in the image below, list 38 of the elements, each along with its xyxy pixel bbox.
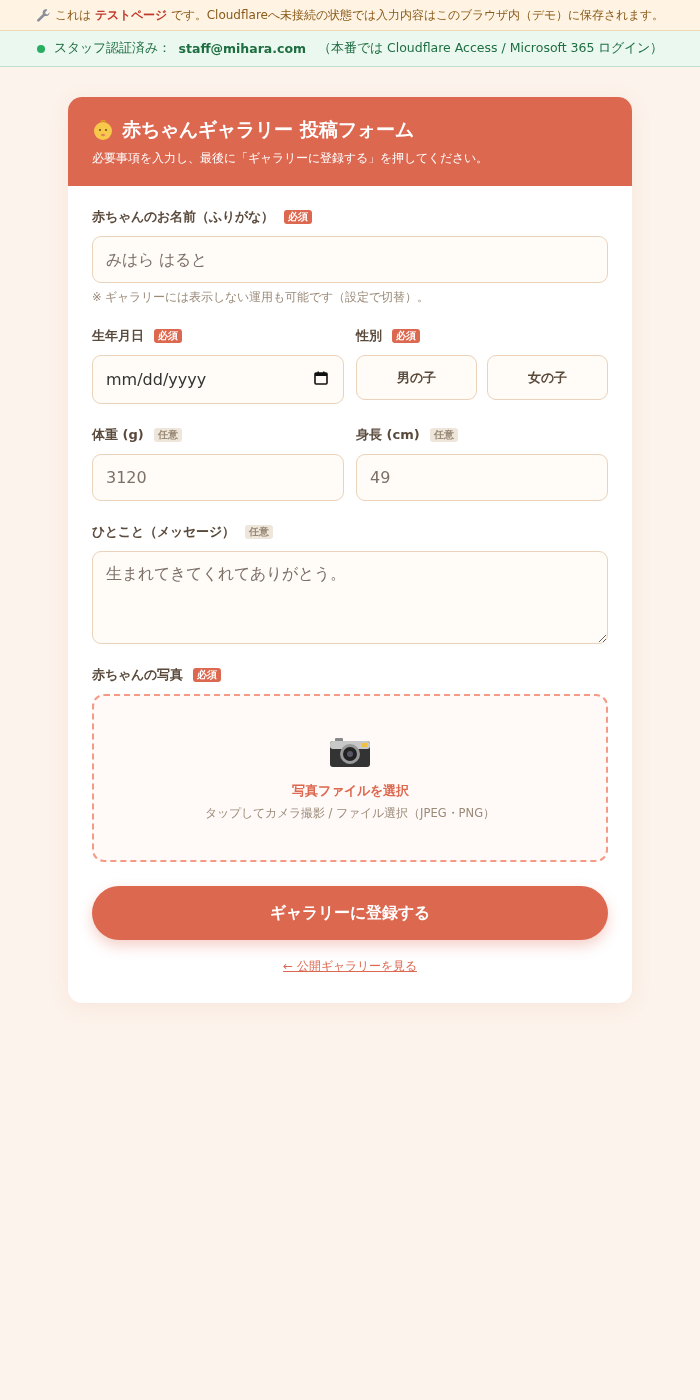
field-label: 身長 (cm) xyxy=(356,426,420,444)
input-field[interactable]: 3120 xyxy=(92,454,344,501)
test-notice: これは テストページ です。Cloudflareへ未接続の状態では入力内容はこのブラウザ内（デモ）に保存されます。 xyxy=(55,6,664,24)
field-label: 赤ちゃんの写真 xyxy=(92,666,183,684)
optional-badge: 任意 xyxy=(245,525,273,539)
baby-icon xyxy=(92,119,114,141)
optional-badge: 任意 xyxy=(429,428,458,442)
submit-button[interactable]: ギャラリーに登録する xyxy=(92,886,608,940)
field-label: 赤ちゃんのお名前（ふりがな） xyxy=(92,208,274,226)
upload-hint: タップしてカメラ撮影 / ファイル選択（JPEG・PNG） xyxy=(204,805,496,821)
input-field[interactable]: 49 xyxy=(356,454,608,501)
upload-action: 写真ファイルを選択 xyxy=(291,781,409,800)
required-badge: 必須 xyxy=(193,668,221,682)
auth-note: （本番では Cloudflare Access / Microsoft 365 ログイン） xyxy=(318,40,664,57)
camera-icon xyxy=(329,735,371,768)
message-field[interactable]: 生まれてきてくれてありがとう。 xyxy=(92,551,608,644)
calendar-icon[interactable] xyxy=(314,371,328,385)
field-label: ひとこと（メッセージ） xyxy=(92,523,235,541)
field-label: 生年月日 xyxy=(92,327,144,345)
status-dot xyxy=(36,44,45,53)
input-field[interactable]: みはら はると xyxy=(92,236,608,283)
date-field[interactable]: mm/dd/yyyy xyxy=(92,355,344,404)
staff-email: staff@mihara.com xyxy=(178,41,307,56)
required-badge: 必須 xyxy=(284,210,312,224)
form-title: 赤ちゃんギャラリー 投稿フォーム xyxy=(122,117,414,142)
optional-badge: 任意 xyxy=(153,428,182,442)
required-badge: 必須 xyxy=(154,329,182,343)
field-label: 性別 xyxy=(356,327,382,345)
photo-drop-zone[interactable]: 写真ファイルを選択 タップしてカメラ撮影 / ファイル選択（JPEG・PNG） xyxy=(92,694,608,862)
gallery-link[interactable]: ← 公開ギャラリーを見る xyxy=(283,958,417,975)
form-subtitle: 必要事項を入力し、最後に「ギャラリーに登録する」を押してください。 xyxy=(92,151,489,166)
required-badge: 必須 xyxy=(392,329,420,343)
gender-option[interactable]: 男の子 xyxy=(356,355,477,400)
field-hint: ※ ギャラリーには表示しない運用も可能です（設定で切替）。 xyxy=(92,290,431,305)
auth-label: スタッフ認証済み： xyxy=(53,40,171,57)
wrench-icon xyxy=(36,7,52,23)
field-label: 体重 (g) xyxy=(92,426,144,444)
gender-option[interactable]: 女の子 xyxy=(487,355,608,400)
